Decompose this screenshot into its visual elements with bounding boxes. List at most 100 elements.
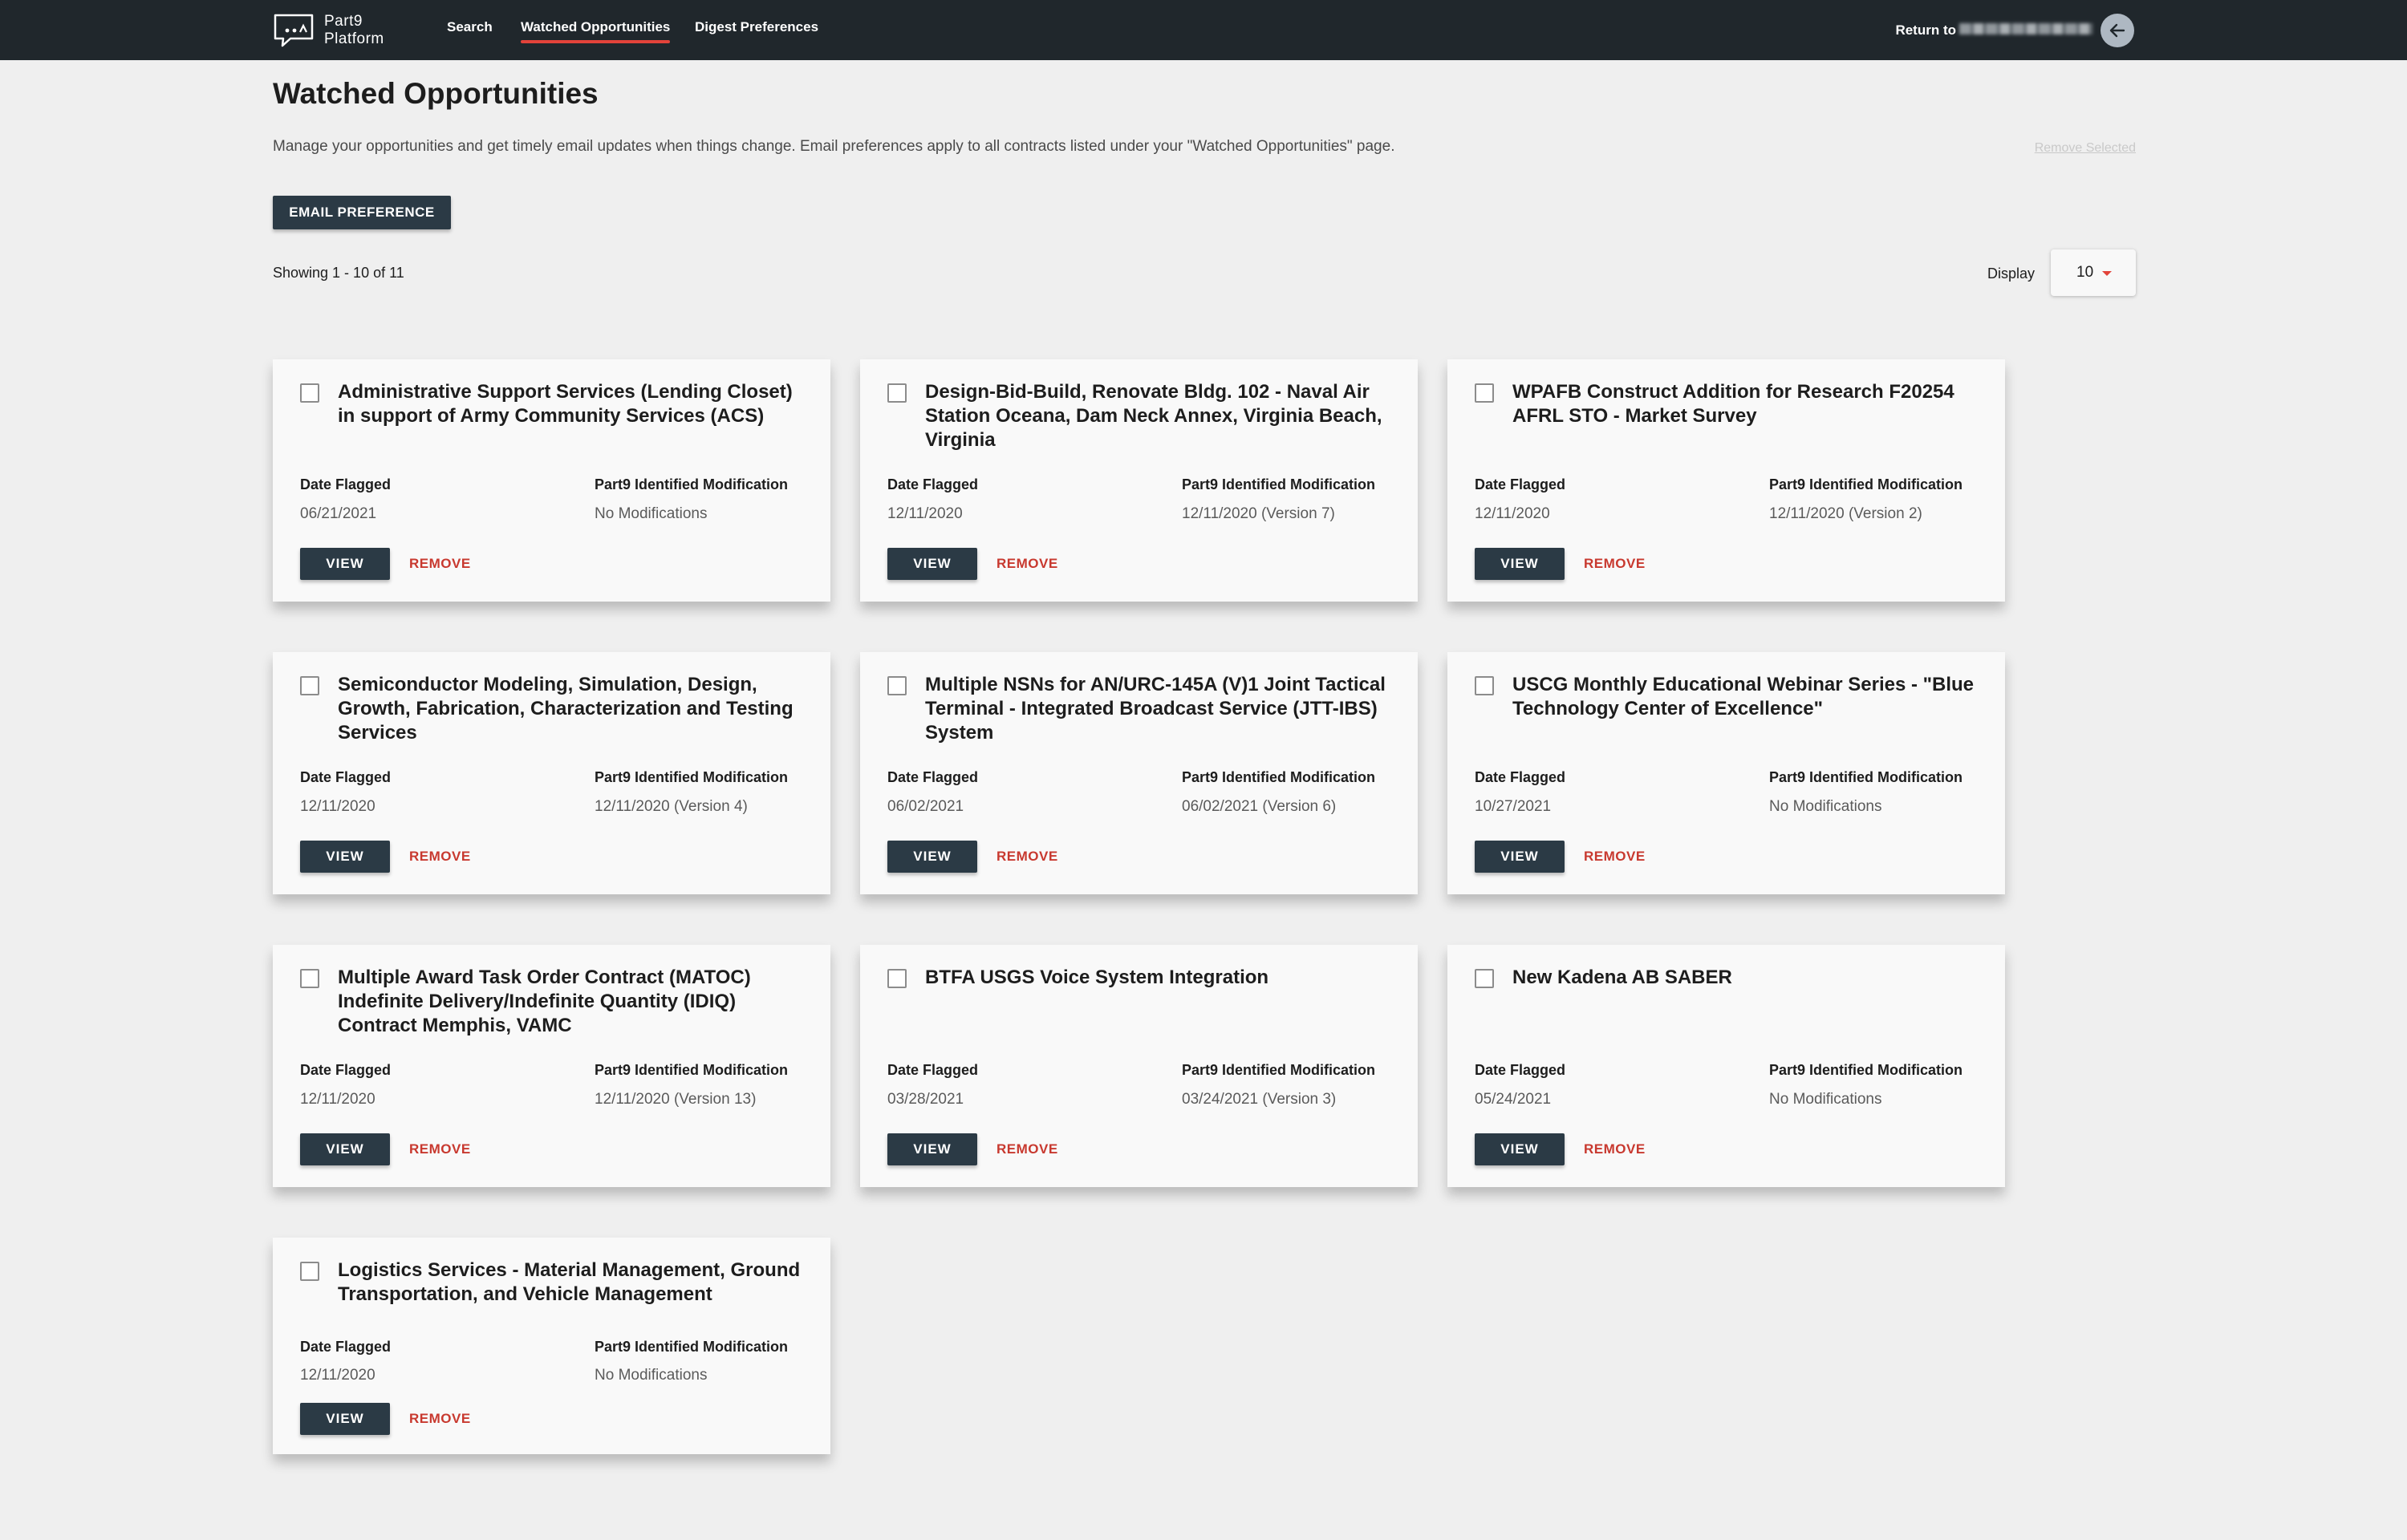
- opportunity-title[interactable]: WPAFB Construct Addition for Research F2…: [1512, 380, 1986, 428]
- modification-label: Part9 Identified Modification: [1769, 476, 1963, 492]
- date-flagged-label: Date Flagged: [887, 476, 979, 492]
- select-checkbox[interactable]: [887, 676, 907, 695]
- date-flagged-label: Date Flagged: [1475, 1062, 1566, 1078]
- date-flagged-label: Date Flagged: [887, 769, 979, 785]
- remove-link[interactable]: REMOVE: [996, 556, 1058, 572]
- view-button[interactable]: VIEW: [887, 1133, 977, 1165]
- date-flagged-label: Date Flagged: [887, 1062, 979, 1078]
- remove-link[interactable]: REMOVE: [1584, 1141, 1646, 1157]
- view-button[interactable]: VIEW: [300, 1403, 390, 1435]
- select-checkbox[interactable]: [887, 969, 907, 988]
- top-navigation-bar: Part9 Platform Search Watched Opportunit…: [0, 0, 2407, 60]
- select-checkbox[interactable]: [300, 676, 319, 695]
- opportunity-card: USCG Monthly Educational Webinar Series …: [1447, 652, 2005, 894]
- nav-link-watched-opportunities[interactable]: Watched Opportunities: [521, 19, 671, 43]
- modification-value: No Modifications: [595, 505, 708, 522]
- date-flagged-value: 12/11/2020: [300, 798, 375, 815]
- nav-link-digest-preferences[interactable]: Digest Preferences: [695, 19, 818, 43]
- modification-value: 12/11/2020 (Version 13): [595, 1091, 757, 1108]
- back-arrow-button[interactable]: [2101, 14, 2134, 47]
- view-button[interactable]: VIEW: [300, 1133, 390, 1165]
- date-flagged-label: Date Flagged: [300, 1339, 392, 1355]
- opportunity-card: Design-Bid-Build, Renovate Bldg. 102 - N…: [860, 359, 1418, 602]
- remove-link[interactable]: REMOVE: [409, 556, 471, 572]
- opportunity-title[interactable]: Multiple Award Task Order Contract (MATO…: [338, 966, 811, 1038]
- view-button[interactable]: VIEW: [1475, 841, 1565, 873]
- opportunity-card: Multiple NSNs for AN/URC-145A (V)1 Joint…: [860, 652, 1418, 894]
- modification-value: 06/02/2021 (Version 6): [1182, 798, 1337, 815]
- nav-link-search[interactable]: Search: [447, 19, 493, 43]
- modification-label: Part9 Identified Modification: [595, 1062, 789, 1078]
- opportunity-title[interactable]: Multiple NSNs for AN/URC-145A (V)1 Joint…: [925, 673, 1398, 745]
- display-count-select[interactable]: 10: [2051, 249, 2136, 296]
- date-flagged-value: 06/02/2021: [887, 798, 964, 815]
- logo-line-2: Platform: [324, 30, 384, 47]
- select-checkbox[interactable]: [1475, 383, 1494, 403]
- select-checkbox[interactable]: [887, 383, 907, 403]
- redacted-organization-name: [1959, 23, 2092, 34]
- date-flagged-label: Date Flagged: [300, 769, 392, 785]
- view-button[interactable]: VIEW: [300, 841, 390, 873]
- modification-value: 12/11/2020 (Version 7): [1182, 505, 1335, 522]
- opportunity-card: Multiple Award Task Order Contract (MATO…: [273, 945, 830, 1187]
- modification-label: Part9 Identified Modification: [1769, 769, 1963, 785]
- modification-label: Part9 Identified Modification: [1182, 769, 1376, 785]
- view-button[interactable]: VIEW: [300, 548, 390, 580]
- select-checkbox[interactable]: [300, 969, 319, 988]
- modification-value: No Modifications: [1769, 1091, 1882, 1108]
- opportunity-title[interactable]: Semiconductor Modeling, Simulation, Desi…: [338, 673, 811, 745]
- remove-link[interactable]: REMOVE: [409, 849, 471, 865]
- opportunity-card: Semiconductor Modeling, Simulation, Desi…: [273, 652, 830, 894]
- date-flagged-value: 12/11/2020: [887, 505, 963, 522]
- date-flagged-label: Date Flagged: [300, 1062, 392, 1078]
- return-to-link[interactable]: Return to: [1895, 14, 2134, 47]
- date-flagged-value: 03/28/2021: [887, 1091, 964, 1108]
- remove-link[interactable]: REMOVE: [409, 1141, 471, 1157]
- remove-link[interactable]: REMOVE: [996, 849, 1058, 865]
- select-checkbox[interactable]: [1475, 676, 1494, 695]
- view-button[interactable]: VIEW: [1475, 548, 1565, 580]
- remove-link[interactable]: REMOVE: [1584, 556, 1646, 572]
- remove-link[interactable]: REMOVE: [996, 1141, 1058, 1157]
- modification-value: 12/11/2020 (Version 2): [1769, 505, 1922, 522]
- view-button[interactable]: VIEW: [1475, 1133, 1565, 1165]
- return-label-text: Return to: [1895, 22, 1956, 38]
- select-checkbox[interactable]: [300, 1262, 319, 1281]
- opportunity-card: Administrative Support Services (Lending…: [273, 359, 830, 602]
- display-label: Display: [1987, 265, 2036, 282]
- modification-value: No Modifications: [595, 1367, 708, 1384]
- opportunity-title[interactable]: Design-Bid-Build, Renovate Bldg. 102 - N…: [925, 380, 1398, 452]
- display-count-value: 10: [2076, 264, 2094, 281]
- chat-bubble-logo-icon: [274, 14, 314, 47]
- modification-label: Part9 Identified Modification: [1182, 1062, 1376, 1078]
- remove-link[interactable]: REMOVE: [1584, 849, 1646, 865]
- opportunity-title[interactable]: BTFA USGS Voice System Integration: [925, 966, 1398, 990]
- opportunity-title[interactable]: New Kadena AB SABER: [1512, 966, 1986, 990]
- select-checkbox[interactable]: [300, 383, 319, 403]
- modification-value: No Modifications: [1769, 798, 1882, 815]
- modification-value: 03/24/2021 (Version 3): [1182, 1091, 1337, 1108]
- email-preference-button[interactable]: EMAIL PREFERENCE: [273, 196, 451, 229]
- opportunity-card: BTFA USGS Voice System Integration Date …: [860, 945, 1418, 1187]
- opportunity-card-grid: Administrative Support Services (Lending…: [273, 359, 2005, 1454]
- opportunity-title[interactable]: Logistics Services - Material Management…: [338, 1258, 811, 1307]
- remove-selected-link[interactable]: Remove Selected: [2035, 141, 2136, 156]
- date-flagged-value: 12/11/2020: [1475, 505, 1550, 522]
- part9-logo[interactable]: Part9 Platform: [273, 11, 384, 50]
- view-button[interactable]: VIEW: [887, 841, 977, 873]
- view-button[interactable]: VIEW: [887, 548, 977, 580]
- remove-link[interactable]: REMOVE: [409, 1411, 471, 1427]
- logo-line-1: Part9: [324, 13, 363, 30]
- date-flagged-label: Date Flagged: [300, 476, 392, 492]
- opportunity-card: WPAFB Construct Addition for Research F2…: [1447, 359, 2005, 602]
- modification-label: Part9 Identified Modification: [595, 1339, 789, 1355]
- opportunity-title[interactable]: USCG Monthly Educational Webinar Series …: [1512, 673, 1986, 721]
- opportunity-title[interactable]: Administrative Support Services (Lending…: [338, 380, 811, 428]
- select-checkbox[interactable]: [1475, 969, 1494, 988]
- date-flagged-value: 10/27/2021: [1475, 798, 1552, 815]
- page-title: Watched Opportunities: [273, 77, 599, 110]
- modification-label: Part9 Identified Modification: [595, 476, 789, 492]
- page-description: Manage your opportunities and get timely…: [273, 138, 1395, 155]
- date-flagged-value: 12/11/2020: [300, 1091, 375, 1108]
- opportunity-card: Logistics Services - Material Management…: [273, 1238, 830, 1454]
